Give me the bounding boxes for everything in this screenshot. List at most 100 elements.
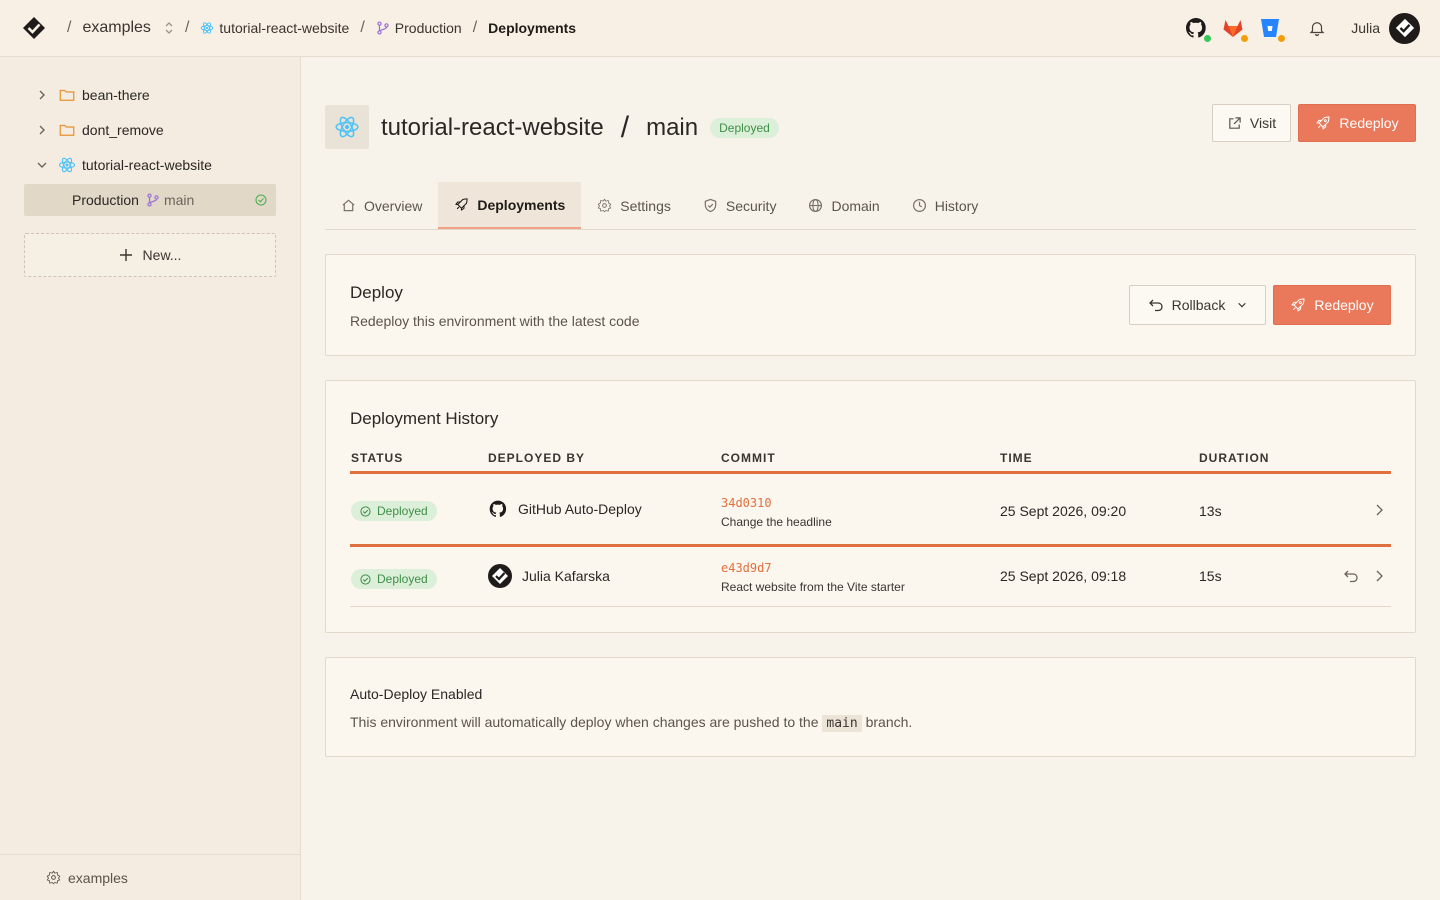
sidebar-item-label: bean-there	[82, 87, 150, 103]
visit-button-label: Visit	[1249, 115, 1277, 131]
deployed-by: GitHub Auto-Deploy	[488, 499, 642, 519]
auto-deploy-text-end: branch.	[865, 714, 913, 730]
column-header-time: TIME	[1000, 451, 1033, 465]
check-circle-icon	[255, 194, 267, 206]
chevron-up-down-icon[interactable]	[164, 21, 174, 35]
gitlab-icon[interactable]	[1221, 16, 1250, 43]
check-circle-icon	[360, 505, 371, 517]
project-react-icon	[325, 105, 369, 149]
tab-label: Overview	[364, 197, 423, 214]
environment-branch: main	[646, 114, 699, 141]
tab-security[interactable]: Security	[687, 182, 793, 229]
clock-icon	[912, 198, 927, 213]
row-actions	[1373, 503, 1385, 517]
chevron-down-icon[interactable]	[36, 159, 52, 171]
breadcrumb: / examples / tutorial-react-website / Pr…	[56, 0, 576, 56]
status-badge: Deployed	[351, 501, 437, 521]
tab-domain[interactable]: Domain	[792, 182, 895, 229]
deploy-duration: 13s	[1199, 503, 1222, 519]
bitbucket-icon[interactable]	[1258, 16, 1287, 43]
react-icon	[200, 21, 214, 35]
redeploy-button[interactable]: Redeploy	[1298, 104, 1416, 142]
tab-history[interactable]: History	[896, 182, 995, 229]
table-row[interactable]: Deployed GitHub Auto-Deploy 34d0310 Chan…	[350, 477, 1391, 547]
rocket-icon	[1315, 115, 1331, 131]
tab-settings[interactable]: Settings	[581, 182, 687, 229]
breadcrumb-workspace[interactable]: examples	[82, 19, 173, 37]
user-avatar[interactable]	[1389, 12, 1420, 44]
column-header-duration: DURATION	[1199, 451, 1270, 465]
breadcrumb-separator: /	[184, 19, 190, 36]
rollback-dropdown-button[interactable]: Rollback	[1129, 285, 1266, 325]
commit-hash[interactable]: 34d0310	[721, 496, 832, 510]
commit-hash[interactable]: e43d9d7	[721, 561, 905, 575]
warning-status-dot	[1240, 34, 1250, 43]
app-logo-icon[interactable]	[22, 16, 46, 40]
sidebar-item-tutorial-react-website[interactable]: tutorial-react-website	[24, 149, 276, 181]
sidebar-item-bean-there[interactable]: bean-there	[24, 79, 276, 111]
redeploy-environment-button[interactable]: Redeploy	[1273, 285, 1391, 325]
top-right-actions: Julia	[1184, 0, 1420, 56]
new-button[interactable]: New...	[24, 233, 276, 277]
deployed-by: Julia Kafarska	[488, 564, 610, 588]
deploy-time: 25 Sept 2026, 09:18	[1000, 568, 1127, 584]
row-actions	[1343, 568, 1385, 584]
table-header: STATUS DEPLOYED BY COMMIT TIME DURATION	[350, 449, 1391, 474]
folder-icon	[58, 86, 76, 104]
sidebar: bean-there dont_remove tutorial-react-we…	[0, 57, 301, 900]
chevron-right-icon[interactable]	[1373, 503, 1385, 517]
commit-message: Change the headline	[721, 515, 832, 529]
status-label: Deployed	[377, 504, 428, 518]
breadcrumb-separator: /	[472, 19, 478, 36]
home-icon	[341, 198, 356, 213]
tab-bar: Overview Deployments Settings Security D…	[325, 182, 1416, 230]
auto-deploy-title: Auto-Deploy Enabled	[350, 686, 483, 702]
sidebar-item-dont-remove[interactable]: dont_remove	[24, 114, 276, 146]
chevron-right-icon[interactable]	[36, 89, 52, 101]
page-title: tutorial-react-website / main Deployed	[381, 110, 779, 146]
workspace-settings-link[interactable]: examples	[0, 854, 300, 900]
folder-icon	[58, 121, 76, 139]
rollback-button-label: Rollback	[1171, 297, 1226, 313]
sidebar-item-label: Production	[72, 192, 139, 208]
deployer-name: GitHub Auto-Deploy	[518, 501, 642, 517]
tab-deployments[interactable]: Deployments	[438, 182, 582, 229]
visit-button[interactable]: Visit	[1212, 104, 1291, 142]
status-badge: Deployed	[710, 118, 779, 138]
external-link-icon	[1227, 116, 1242, 131]
project-name: tutorial-react-website	[381, 114, 604, 141]
breadcrumb-separator: /	[360, 19, 365, 36]
title-separator: /	[620, 111, 630, 144]
breadcrumb-project-label: tutorial-react-website	[219, 20, 350, 36]
shield-check-icon	[703, 198, 718, 213]
breadcrumb-environment[interactable]: Production	[376, 20, 462, 36]
tab-overview[interactable]: Overview	[325, 182, 438, 229]
tab-label: Deployments	[477, 196, 566, 213]
column-header-deployed-by: DEPLOYED BY	[488, 451, 586, 465]
breadcrumb-workspace-label: examples	[82, 19, 151, 36]
chevron-right-icon[interactable]	[1373, 569, 1385, 583]
chevron-right-icon[interactable]	[36, 124, 52, 136]
redeploy-button-label: Redeploy	[1339, 115, 1399, 131]
deploy-card-title: Deploy	[350, 283, 403, 302]
user-name[interactable]: Julia	[1351, 20, 1380, 36]
deployment-history-title: Deployment History	[350, 409, 499, 428]
check-circle-icon	[360, 573, 371, 585]
table-row[interactable]: Deployed Julia Kafarska e43d9d7 React we…	[350, 547, 1391, 607]
status-label: Deployed	[377, 572, 428, 586]
top-bar: / examples / tutorial-react-website / Pr…	[0, 0, 1440, 57]
breadcrumb-project[interactable]: tutorial-react-website	[200, 20, 349, 36]
rocket-icon	[1290, 297, 1306, 313]
bell-icon[interactable]	[1305, 16, 1329, 40]
commit-info: e43d9d7 React website from the Vite star…	[721, 561, 905, 594]
breadcrumb-environment-label: Production	[394, 20, 462, 36]
branch-name: main	[163, 192, 195, 208]
chevron-down-icon	[1237, 300, 1247, 310]
tab-label: History	[934, 197, 979, 214]
status-badge: Deployed	[351, 569, 437, 589]
connected-status-dot	[1203, 34, 1213, 43]
sidebar-item-production[interactable]: Production main	[24, 184, 276, 216]
rollback-icon[interactable]	[1343, 568, 1359, 584]
github-icon[interactable]	[1184, 16, 1213, 43]
auto-deploy-description: This environment will automatically depl…	[350, 714, 913, 732]
